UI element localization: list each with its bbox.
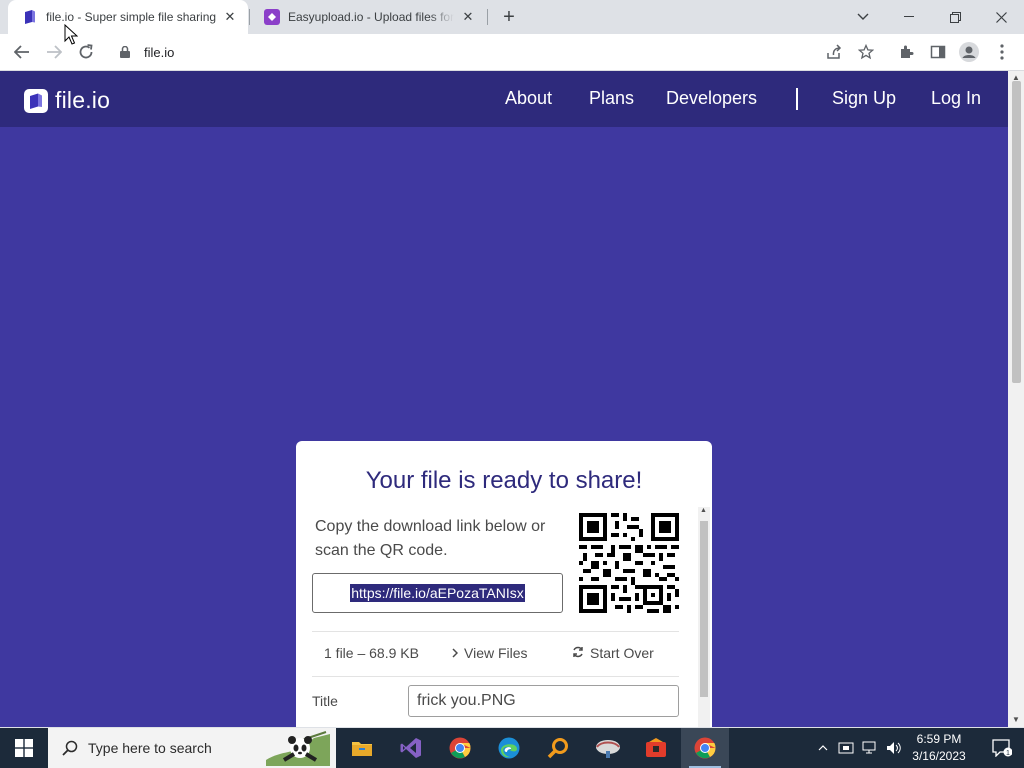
page-scrollbar[interactable]: ▲ ▼: [1008, 71, 1024, 727]
panda-illustration: [266, 731, 330, 766]
close-window-button[interactable]: [978, 0, 1024, 34]
app-icon-2[interactable]: [632, 728, 680, 768]
card-scrollbar[interactable]: ▲: [698, 507, 710, 727]
mouse-cursor-icon: [64, 24, 78, 45]
notification-icon[interactable]: 1: [980, 728, 1024, 768]
search-app-icon[interactable]: [534, 728, 582, 768]
windows-icon: [15, 739, 33, 757]
taskbar-clock[interactable]: 6:59 PM 3/16/2023: [904, 731, 974, 765]
windows-taskbar: Type here to search 6:59 PM 3/16/2023 1: [0, 728, 1024, 768]
close-tab-icon[interactable]: ✕: [460, 9, 476, 25]
refresh-icon: [572, 646, 584, 661]
restore-button[interactable]: [932, 0, 978, 34]
start-over-label: Start Over: [590, 645, 654, 661]
tab-separator: [487, 9, 488, 25]
qr-code: [579, 513, 679, 613]
chrome-icon[interactable]: [436, 728, 484, 768]
minimize-button[interactable]: [886, 0, 932, 34]
share-icon[interactable]: [822, 40, 846, 64]
nav-signup[interactable]: Sign Up: [832, 88, 896, 109]
edge-icon[interactable]: [485, 728, 533, 768]
star-icon[interactable]: [854, 40, 878, 64]
volume-icon[interactable]: [884, 728, 904, 768]
file-summary: 1 file – 68.9 KB: [324, 645, 419, 661]
back-icon[interactable]: [9, 39, 35, 65]
chrome-active-icon[interactable]: [681, 728, 729, 768]
tab-search-icon[interactable]: [840, 0, 886, 34]
clock-time: 6:59 PM: [916, 732, 962, 746]
title-input[interactable]: frick you.PNG: [408, 685, 679, 717]
profile-icon[interactable]: [957, 40, 981, 64]
site-logo[interactable]: file.io: [24, 87, 110, 114]
chevron-up-icon[interactable]: [814, 728, 832, 768]
notification-count: 1: [1006, 750, 1010, 757]
extensions-icon[interactable]: [894, 40, 918, 64]
file-explorer-icon[interactable]: [338, 728, 386, 768]
scroll-down-icon[interactable]: ▼: [1012, 715, 1020, 724]
visual-studio-icon[interactable]: [387, 728, 435, 768]
clock-date: 3/16/2023: [912, 749, 966, 763]
divider: [312, 676, 679, 677]
start-button[interactable]: [0, 728, 48, 768]
easyupload-favicon: [264, 9, 280, 25]
card-heading: Your file is ready to share!: [365, 467, 643, 494]
search-placeholder: Type here to search: [88, 740, 212, 756]
brand-name: file.io: [55, 87, 111, 113]
chevron-right-icon: [452, 646, 459, 661]
share-card: Your file is ready to share! Copy the do…: [296, 441, 712, 727]
nav-login[interactable]: Log In: [931, 88, 981, 109]
download-link-field[interactable]: https://file.io/aEPozaTANIsx: [312, 573, 563, 613]
fileio-logo-icon: [24, 88, 48, 113]
search-icon: [62, 740, 78, 756]
sidepanel-icon[interactable]: [926, 40, 950, 64]
start-over-button[interactable]: Start Over: [572, 645, 654, 661]
nav-plans[interactable]: Plans: [589, 88, 634, 109]
scroll-up-icon[interactable]: ▲: [700, 507, 707, 514]
view-files-label: View Files: [464, 645, 528, 661]
page-content: file.io About Plans Developers Sign Up L…: [0, 71, 1008, 727]
tab-title: file.io - Super simple file sharing: [46, 10, 216, 24]
device-icon[interactable]: [836, 728, 856, 768]
network-icon[interactable]: [860, 728, 880, 768]
tab-easyupload[interactable]: Easyupload.io - Upload files for free ✕: [250, 0, 486, 34]
divider: [312, 631, 679, 632]
scrollbar-thumb[interactable]: [1012, 81, 1021, 383]
tab-fileio[interactable]: file.io - Super simple file sharing ✕: [8, 0, 248, 34]
browser-toolbar: file.io: [0, 34, 1024, 71]
card-description: Copy the download link below or scan the…: [315, 518, 546, 559]
nav-divider: [796, 88, 798, 110]
title-label: Title: [312, 693, 338, 709]
new-tab-button[interactable]: +: [498, 6, 520, 28]
view-files-button[interactable]: View Files: [452, 645, 528, 661]
scrollbar-thumb[interactable]: [700, 521, 708, 697]
app-icon[interactable]: [584, 728, 632, 768]
taskbar-search[interactable]: Type here to search: [48, 728, 336, 768]
url-text: file.io: [144, 44, 175, 60]
site-header: file.io About Plans Developers Sign Up L…: [0, 71, 1008, 127]
tab-title: Easyupload.io - Upload files for free: [288, 10, 454, 24]
close-tab-icon[interactable]: ✕: [222, 9, 238, 25]
nav-developers[interactable]: Developers: [666, 88, 757, 109]
nav-about[interactable]: About: [505, 88, 552, 109]
address-bar[interactable]: file.io: [110, 38, 886, 66]
tab-strip: file.io - Super simple file sharing ✕ Ea…: [0, 0, 1024, 34]
lock-icon[interactable]: [120, 46, 134, 58]
download-link-text[interactable]: https://file.io/aEPozaTANIsx: [350, 584, 525, 602]
fileio-favicon: [22, 9, 38, 25]
menu-icon[interactable]: [990, 40, 1014, 64]
